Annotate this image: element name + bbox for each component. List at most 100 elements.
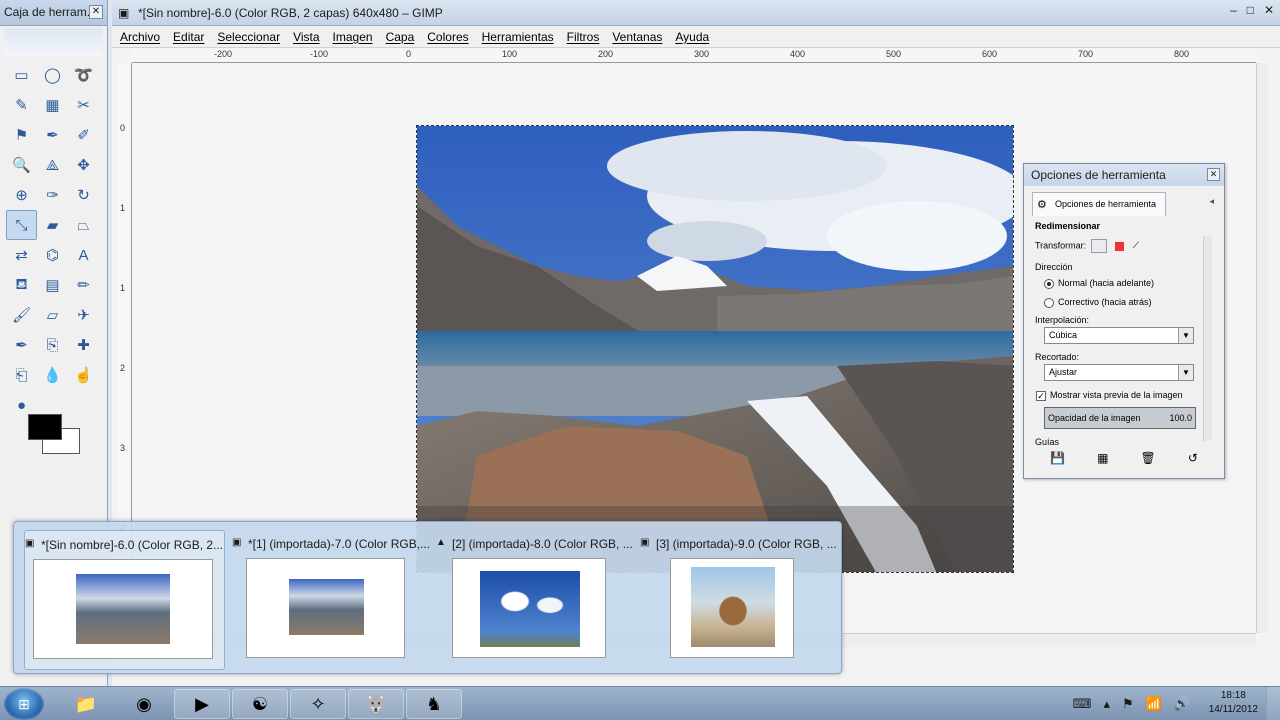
menu-imagen[interactable]: Imagen: [333, 30, 373, 44]
image-window-titlebar[interactable]: ▣ *[Sin nombre]-6.0 (Color RGB, 2 capas)…: [112, 0, 1280, 26]
bucket-fill-icon[interactable]: ⛾: [6, 270, 37, 300]
show-hidden-icons-icon[interactable]: ▴: [1103, 696, 1110, 712]
close-icon[interactable]: ✕: [89, 5, 103, 19]
direction-normal-label: Normal (hacia adelante): [1058, 278, 1155, 288]
horizontal-ruler[interactable]: -200 -100 0 100 200 300 400 500 600 700 800: [132, 49, 1256, 63]
menu-colores[interactable]: Colores: [427, 30, 468, 44]
transform-path-icon[interactable]: ⟋: [1133, 240, 1139, 250]
close-window-icon[interactable]: ✕: [1264, 3, 1274, 17]
menu-archivo[interactable]: Archivo: [120, 30, 160, 44]
thumbnail-window-4[interactable]: ▣ [3] (importada)-9.0 (Color RGB, ...: [640, 530, 840, 670]
menu-ayuda[interactable]: Ayuda: [675, 30, 709, 44]
maximize-icon[interactable]: □: [1247, 3, 1254, 17]
radio-normal[interactable]: [1044, 278, 1054, 289]
paintbrush-icon[interactable]: 🖌: [6, 300, 37, 330]
flip-icon[interactable]: ⇄: [6, 240, 37, 270]
perspective-clone-icon[interactable]: ⎗: [6, 360, 37, 390]
menu-editar[interactable]: Editar: [173, 30, 204, 44]
blend-icon[interactable]: ▤: [37, 270, 68, 300]
align-icon[interactable]: ⊕: [6, 180, 37, 210]
image-window-icon: ▣: [640, 537, 650, 548]
rect-select-icon[interactable]: ▭: [6, 60, 37, 90]
app-green-icon[interactable]: ✧: [290, 689, 346, 719]
direction-normal-radio[interactable]: Normal (hacia adelante): [1044, 278, 1154, 289]
app-icon[interactable]: ☯: [232, 689, 288, 719]
save-preset-icon[interactable]: 💾: [1050, 451, 1065, 465]
scale-icon[interactable]: ⤡: [6, 210, 37, 240]
perspective-icon[interactable]: ⏢: [68, 210, 99, 240]
app-chess-icon[interactable]: ♞: [406, 689, 462, 719]
toolbox-titlebar[interactable]: Caja de herram... ✕: [0, 0, 107, 26]
thumbnail-window-2[interactable]: ▣ *[1] (importada)-7.0 (Color RGB,...: [232, 530, 430, 670]
zoom-icon[interactable]: 🔍: [6, 150, 37, 180]
menu-seleccionar[interactable]: Seleccionar: [217, 30, 280, 44]
foreground-color-swatch[interactable]: [28, 414, 62, 440]
vertical-scrollbar[interactable]: [1256, 63, 1268, 633]
pencil-icon[interactable]: ✏: [68, 270, 99, 300]
chevron-down-icon[interactable]: ▼: [1178, 365, 1193, 380]
media-player-icon[interactable]: ▶: [174, 689, 230, 719]
start-button[interactable]: ⊞: [4, 688, 44, 720]
explorer-icon[interactable]: 📁: [58, 689, 114, 719]
color-picker-icon[interactable]: ✐: [68, 120, 99, 150]
close-icon[interactable]: ✕: [1207, 168, 1220, 181]
smudge-icon[interactable]: ☝: [68, 360, 99, 390]
chevron-down-icon[interactable]: ▼: [1178, 328, 1193, 343]
foreground-select-icon[interactable]: ⚑: [6, 120, 37, 150]
fuzzy-select-icon[interactable]: ✎: [6, 90, 37, 120]
menu-capa[interactable]: Capa: [386, 30, 415, 44]
clock[interactable]: 18:18 14/11/2012: [1209, 689, 1258, 717]
direction-corrective-radio[interactable]: Correctivo (hacia atrás): [1044, 297, 1152, 308]
preview-checkbox[interactable]: ✓: [1036, 390, 1046, 401]
heal-icon[interactable]: ✚: [68, 330, 99, 360]
measure-icon[interactable]: ⟁: [37, 150, 68, 180]
transform-layer-icon[interactable]: [1090, 239, 1107, 253]
menu-vista[interactable]: Vista: [293, 30, 319, 44]
transform-selection-icon[interactable]: [1115, 241, 1125, 251]
menu-ventanas[interactable]: Ventanas: [612, 30, 662, 44]
action-center-icon[interactable]: ⚑: [1122, 696, 1134, 712]
clipping-select[interactable]: Ajustar ▼: [1044, 364, 1194, 381]
shear-icon[interactable]: ▰: [37, 210, 68, 240]
radio-corrective[interactable]: [1044, 297, 1054, 308]
canvas-image[interactable]: [416, 125, 1014, 573]
lasso-icon[interactable]: ➰: [68, 60, 99, 90]
gimp-icon[interactable]: 🐺: [348, 689, 404, 719]
minimize-icon[interactable]: –: [1230, 3, 1237, 17]
reset-icon[interactable]: ↺: [1188, 451, 1198, 465]
color-swatches[interactable]: [28, 414, 82, 456]
ellipse-select-icon[interactable]: ◯: [37, 60, 68, 90]
rotate-icon[interactable]: ↻: [68, 180, 99, 210]
airbrush-icon[interactable]: ✈: [68, 300, 99, 330]
clone-icon[interactable]: ⎘: [37, 330, 68, 360]
cage-icon[interactable]: ⌬: [37, 240, 68, 270]
thumbnail-window-3[interactable]: ▲ [2] (importada)-8.0 (Color RGB, ...: [436, 530, 642, 670]
ruler-label: 400: [790, 49, 806, 59]
delete-preset-icon[interactable]: 🗑: [1141, 451, 1156, 465]
crop-icon[interactable]: ✑: [37, 180, 68, 210]
keyboard-icon[interactable]: ⌨: [1073, 696, 1092, 712]
text-icon[interactable]: A: [68, 240, 99, 270]
menu-herramientas[interactable]: Herramientas: [482, 30, 554, 44]
show-desktop-button[interactable]: [1266, 687, 1280, 720]
thumbnail-window-1[interactable]: ▣ *[Sin nombre]-6.0 (Color RGB, 2...: [24, 530, 225, 670]
tool-options-titlebar[interactable]: Opciones de herramienta ✕: [1024, 164, 1224, 186]
tab-menu-icon[interactable]: ◂: [1209, 196, 1214, 207]
ink-icon[interactable]: ✒: [6, 330, 37, 360]
scissors-icon[interactable]: ✂: [68, 90, 99, 120]
tab-tool-options[interactable]: ⚙ Opciones de herramienta: [1032, 192, 1166, 216]
preview-checkbox-row[interactable]: ✓ Mostrar vista previa de la imagen: [1036, 390, 1183, 401]
options-scrollbar[interactable]: [1203, 236, 1212, 441]
opacity-slider[interactable]: Opacidad de la imagen 100.0: [1044, 407, 1196, 429]
network-icon[interactable]: 📶: [1146, 696, 1162, 712]
eraser-icon[interactable]: ▱: [37, 300, 68, 330]
menu-filtros[interactable]: Filtros: [567, 30, 600, 44]
interpolation-select[interactable]: Cúbica ▼: [1044, 327, 1194, 344]
blur-icon[interactable]: 💧: [37, 360, 68, 390]
volume-icon[interactable]: 🔊: [1174, 696, 1190, 712]
move-icon[interactable]: ✥: [68, 150, 99, 180]
restore-preset-icon[interactable]: ▦: [1097, 451, 1108, 465]
paths-icon[interactable]: ✒: [37, 120, 68, 150]
color-select-icon[interactable]: ▦: [37, 90, 68, 120]
chrome-icon[interactable]: ◉: [116, 689, 172, 719]
